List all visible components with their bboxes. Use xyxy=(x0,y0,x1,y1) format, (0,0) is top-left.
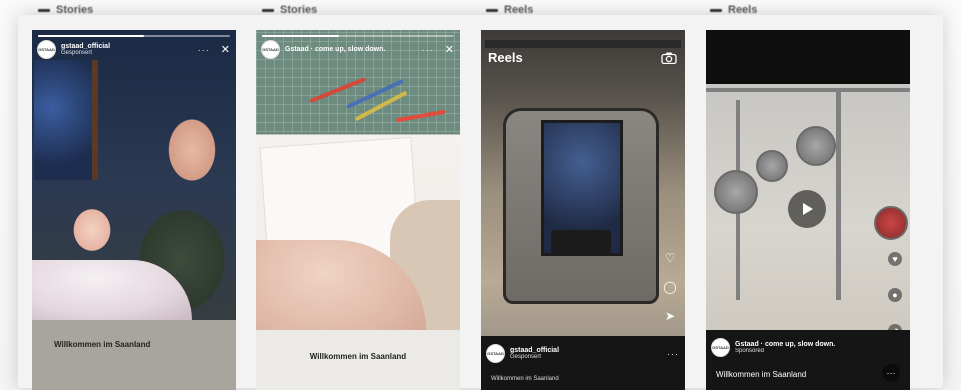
more-dots-icon[interactable]: ··· xyxy=(422,45,434,55)
more-dots-icon[interactable]: ··· xyxy=(882,364,900,382)
sponsored-label: Gesponsert xyxy=(510,354,542,361)
story-caption-bar: Willkommen im Saanland xyxy=(256,330,460,390)
account-name[interactable]: Gstaad · come up, slow down. xyxy=(735,341,835,348)
story-preview-card[interactable]: GSTAAD gstaad_official Gesponsert ··· ✕ … xyxy=(32,30,236,390)
column-label-reels-1: Reels xyxy=(486,2,533,18)
column-label-text: Reels xyxy=(504,4,534,16)
account-name[interactable]: gstaad_official xyxy=(61,43,110,50)
story-progress-bar xyxy=(262,35,454,37)
column-label-text: Stories xyxy=(56,4,94,16)
wheel xyxy=(714,170,758,214)
close-icon[interactable]: ✕ xyxy=(445,43,454,56)
reel-footer: GSTAAD Gstaad · come up, slow down. Spon… xyxy=(706,330,910,390)
heart-icon[interactable]: ♥ xyxy=(888,252,902,266)
reel-footer: GSTAAD gstaad_official Gesponsert ··· Wi… xyxy=(481,336,685,390)
wheel xyxy=(796,126,836,166)
reel-header: GSTAAD gstaad_official Gesponsert ··· xyxy=(486,344,679,363)
sponsored-label: Sponsored xyxy=(735,348,765,355)
send-icon[interactable]: ➤ xyxy=(663,309,677,323)
story-preview-card[interactable]: GSTAAD Gstaad · come up, slow down. ··· … xyxy=(256,30,460,390)
column-icon xyxy=(710,8,722,12)
gondola-window xyxy=(34,60,98,180)
column-label-text: Stories xyxy=(280,4,318,16)
column-label-reels-2: Reels xyxy=(710,2,757,18)
column-label-text: Reels xyxy=(728,4,758,16)
story-header: GSTAAD gstaad_official Gesponsert ··· ✕ xyxy=(37,40,230,59)
avatar[interactable]: GSTAAD xyxy=(486,344,505,363)
avatar[interactable]: GSTAAD xyxy=(37,40,56,59)
story-caption-bar: Willkommen im Saanland xyxy=(32,320,236,390)
more-dots-icon[interactable]: ··· xyxy=(198,45,210,55)
reels-title: Reels xyxy=(488,50,523,65)
account-name[interactable]: Gstaad · come up, slow down. xyxy=(285,46,385,53)
story-header: GSTAAD Gstaad · come up, slow down. ··· … xyxy=(261,40,454,59)
account-name[interactable]: gstaad_official xyxy=(510,347,559,354)
beam xyxy=(706,88,910,92)
story-caption: Willkommen im Saanland xyxy=(309,352,407,361)
play-icon[interactable] xyxy=(788,190,826,228)
comment-icon[interactable]: ◯ xyxy=(663,280,677,294)
camera-icon[interactable] xyxy=(661,52,677,64)
gondola-rail xyxy=(485,40,681,48)
comment-icon[interactable]: ● xyxy=(888,288,902,302)
story-caption: Willkommen im Saanland xyxy=(54,340,151,349)
reel-caption: Willkommen im Saanland xyxy=(716,370,807,379)
close-icon[interactable]: ✕ xyxy=(221,43,230,56)
play-triangle xyxy=(803,203,813,215)
story-progress-bar xyxy=(38,35,230,37)
baby-sweater xyxy=(32,260,192,320)
heart-icon[interactable]: ♡ xyxy=(663,251,677,265)
column-label-stories-2: Stories xyxy=(262,2,317,18)
avatar[interactable]: GSTAAD xyxy=(711,338,730,357)
column-icon xyxy=(486,8,498,12)
wheel xyxy=(874,206,908,240)
column-label-stories-1: Stories xyxy=(38,2,93,18)
gondola-seat xyxy=(551,230,611,254)
wheel xyxy=(756,150,788,182)
reel-preview-card[interactable]: Reels ♡ ◯ ➤ GSTAAD gstaad_official Gespo… xyxy=(481,30,685,390)
column-icon xyxy=(262,8,274,12)
story-progress-fill xyxy=(38,35,144,37)
sponsored-label: Gesponsert xyxy=(61,50,93,57)
beam xyxy=(836,90,841,300)
reel-preview-card[interactable]: ♥ ● ↗ GSTAAD Gstaad · come up, slow down… xyxy=(706,30,910,390)
reel-caption: Willkommen im Saanland xyxy=(491,376,559,382)
story-progress-fill xyxy=(262,35,339,37)
avatar[interactable]: GSTAAD xyxy=(261,40,280,59)
column-icon xyxy=(38,8,50,12)
ad-placements-preview: Stories Stories Reels Reels GSTAAD gstaa… xyxy=(0,0,961,390)
more-dots-icon[interactable]: ··· xyxy=(667,349,679,359)
reel-header: GSTAAD Gstaad · come up, slow down. Spon… xyxy=(711,338,904,357)
